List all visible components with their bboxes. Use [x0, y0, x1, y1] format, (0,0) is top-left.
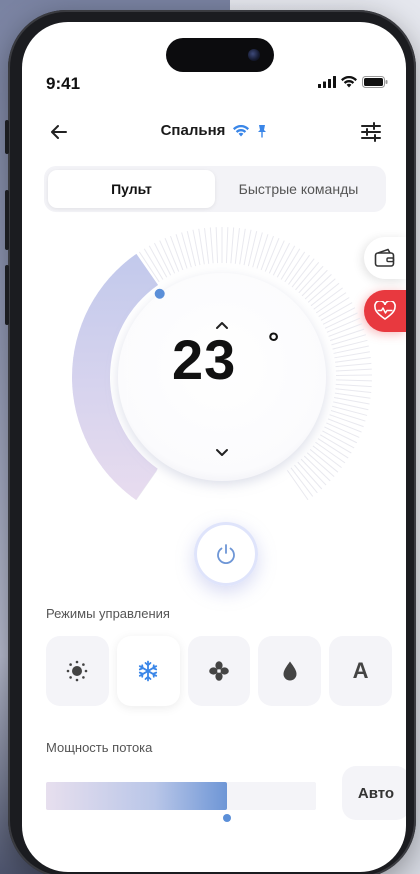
dial-tick — [204, 227, 210, 264]
snowflake-icon — [139, 660, 158, 682]
dial-tick — [329, 414, 364, 428]
dial-tick — [215, 227, 219, 264]
phone-frame: 9:41 Спальня Пульт Быстрые команды 23 ° … — [5, 10, 416, 874]
status-bar: 9:41 — [22, 22, 406, 102]
dial-tick — [295, 262, 320, 291]
phone-screen: 9:41 Спальня Пульт Быстрые команды 23 ° … — [22, 22, 406, 872]
flow-power-slider[interactable] — [46, 782, 316, 822]
mode-heat-button[interactable] — [46, 636, 109, 706]
dial-tick — [170, 235, 184, 271]
tab-remote[interactable]: Пульт — [48, 170, 215, 208]
dial-tick — [225, 227, 229, 264]
signal-icon — [318, 76, 336, 88]
mode-dry-button[interactable] — [258, 636, 322, 706]
power-icon — [217, 544, 235, 565]
tab-bar: Пульт Быстрые команды — [44, 166, 386, 212]
flow-slider-fill — [46, 782, 227, 810]
mode-selector: A — [46, 636, 392, 706]
dial-tick — [175, 234, 188, 269]
dial-tick — [335, 362, 372, 368]
dial-tick — [181, 232, 192, 268]
dial-tick — [335, 368, 372, 372]
dial-tick — [310, 282, 340, 307]
temperature-value: 23 — [172, 328, 237, 391]
wifi-status-icon — [341, 76, 357, 88]
dial-tick — [309, 448, 339, 473]
dial-tick — [239, 228, 246, 265]
dial-tick — [313, 287, 343, 310]
side-button — [5, 265, 9, 325]
dial-tick — [230, 227, 235, 264]
settings-button[interactable] — [356, 118, 386, 146]
dial-tick — [234, 227, 240, 264]
fan-icon — [209, 661, 229, 681]
dial-tick — [304, 274, 332, 300]
tab-quick-commands[interactable]: Быстрые команды — [215, 170, 382, 208]
power-button[interactable] — [194, 522, 258, 586]
dial-tick — [330, 409, 366, 422]
dial-tick — [334, 357, 371, 363]
dial-tick — [312, 445, 342, 468]
mode-fan-button[interactable] — [187, 636, 251, 706]
temperature-unit: ° — [268, 327, 280, 358]
dial-tick — [300, 458, 327, 486]
dial-tick — [297, 461, 323, 490]
chevron-down-icon — [216, 449, 228, 456]
battery-icon — [362, 76, 388, 88]
dial-tick — [290, 467, 314, 497]
status-time: 9:41 — [46, 74, 81, 93]
flow-label: Мощность потока — [46, 740, 153, 755]
auto-mode-letter: A — [352, 658, 369, 683]
side-button — [5, 120, 9, 154]
dial-tick — [252, 232, 263, 268]
dial-tick — [335, 379, 372, 382]
dial-tick — [334, 392, 371, 399]
flow-slider-handle[interactable] — [222, 814, 231, 822]
modes-label: Режимы управления — [46, 606, 170, 621]
dial-tick — [328, 323, 363, 337]
wifi-icon — [233, 124, 250, 136]
dial-tick — [303, 455, 331, 482]
page-title: Спальня — [160, 122, 226, 139]
side-button — [5, 190, 9, 250]
device-title-group: Спальня — [22, 122, 406, 139]
dial-tick — [306, 452, 335, 477]
dial-tick — [329, 328, 365, 342]
dial-tick — [288, 254, 310, 285]
dial-tick — [260, 235, 274, 271]
temperature-down-button[interactable] — [208, 442, 236, 464]
dial-tick — [256, 234, 269, 269]
dial-tick — [331, 334, 367, 346]
droplet-icon — [283, 661, 297, 681]
dial-tick — [335, 383, 372, 388]
dial-tick — [307, 278, 336, 303]
sun-icon — [67, 660, 88, 682]
mode-auto-button[interactable]: A — [329, 636, 392, 706]
dial-tick — [301, 269, 328, 297]
mode-cool-button[interactable] — [116, 636, 180, 706]
top-bar: Спальня — [22, 114, 406, 150]
flow-auto-button[interactable]: Авто — [342, 766, 406, 820]
dial-handle[interactable] — [154, 288, 165, 299]
dial-tick — [198, 228, 205, 265]
dial-tick — [335, 388, 372, 393]
status-icons — [318, 76, 388, 88]
sliders-icon — [361, 122, 381, 142]
dial-tick — [286, 470, 309, 501]
dial-tick — [332, 405, 368, 416]
dial-tick — [294, 464, 318, 494]
dial-tick — [209, 227, 214, 264]
dial-tick — [291, 258, 315, 288]
dial-tick — [298, 265, 324, 294]
pin-icon[interactable] — [257, 124, 267, 138]
